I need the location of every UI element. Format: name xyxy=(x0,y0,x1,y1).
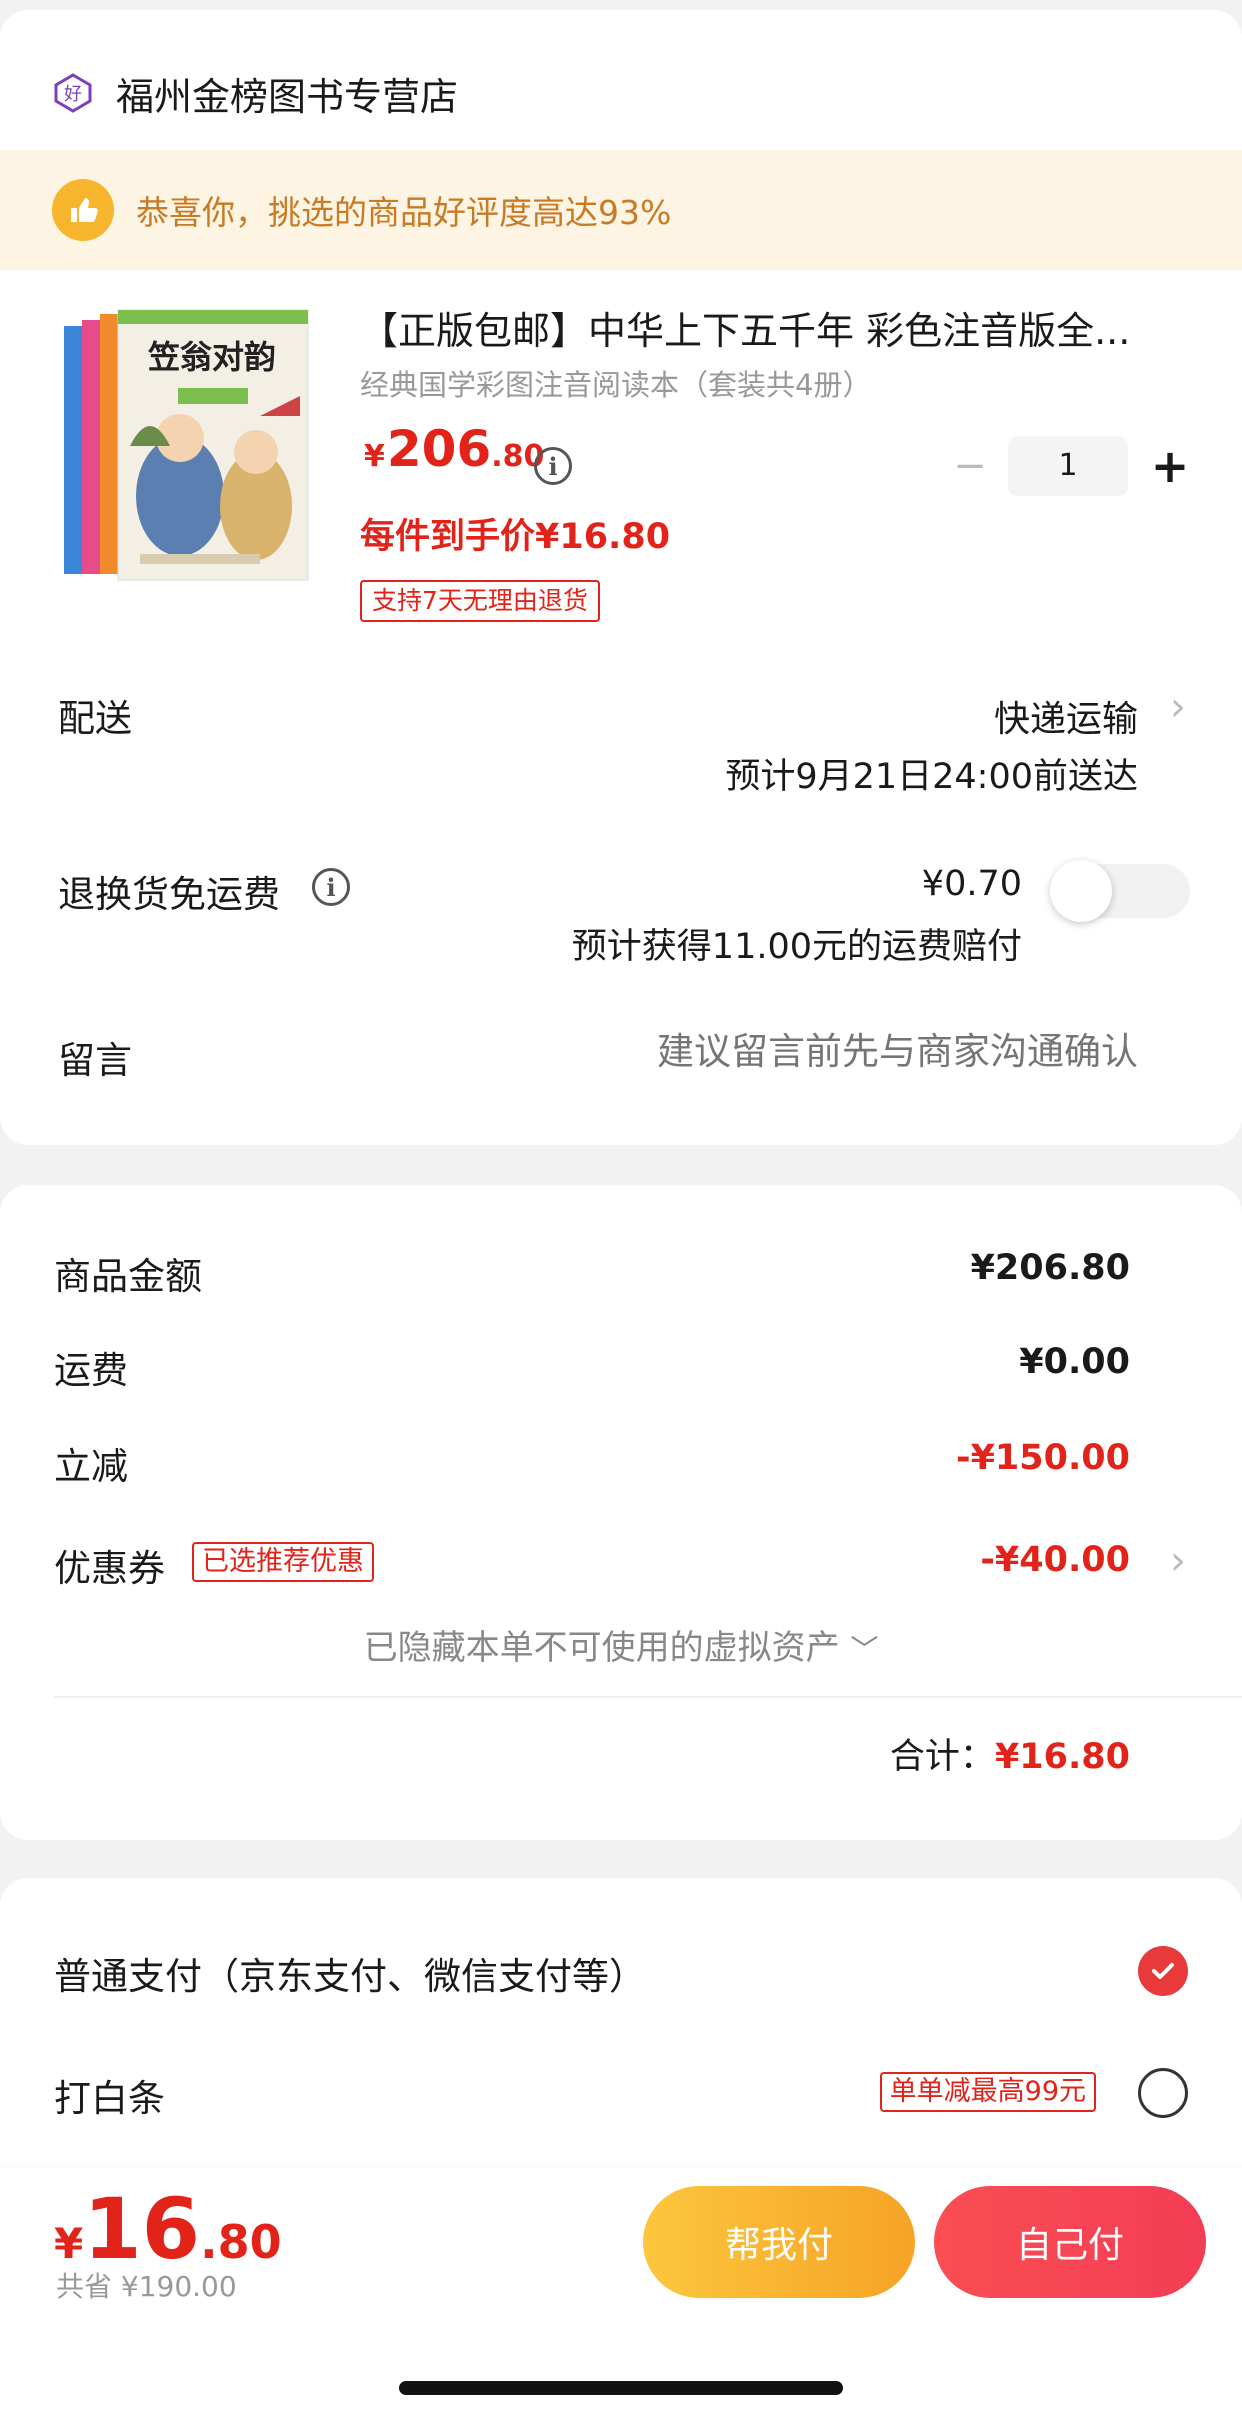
product-image[interactable]: 笠翁对韵 xyxy=(60,306,316,592)
product-subtitle: 经典国学彩图注音阅读本（套装共4册） xyxy=(360,368,872,402)
chevron-right-icon[interactable]: › xyxy=(1170,684,1186,730)
product-price: ¥ 206 .80 xyxy=(364,420,544,478)
normal-payment-label[interactable]: 普通支付（京东支付、微信支付等） xyxy=(54,1946,646,2000)
rating-banner: 恭喜你，挑选的商品好评度高达93% xyxy=(0,150,1242,270)
hidden-assets-toggle[interactable]: 已隐藏本单不可使用的虚拟资产 ﹀ xyxy=(0,1620,1242,1669)
radio-unselected-icon[interactable] xyxy=(1138,2068,1188,2118)
baitiao-promo-tag: 单单减最高99元 xyxy=(879,2072,1096,2112)
return-insurance-label: 退换货免运费 xyxy=(58,873,280,916)
hidden-assets-text: 已隐藏本单不可使用的虚拟资产 xyxy=(363,1628,840,1668)
delivery-method[interactable]: 快递运输 xyxy=(994,690,1138,742)
return-insurance-toggle[interactable] xyxy=(1050,860,1190,922)
total-label: 合计： xyxy=(889,1737,995,1777)
pay-myself-button[interactable]: 自己付 xyxy=(934,2186,1206,2298)
coupon-tag: 已选推荐优惠 xyxy=(192,1542,374,1582)
store-name: 福州金榜图书专营店 xyxy=(116,74,459,119)
help-me-pay-button[interactable]: 帮我付 xyxy=(643,2186,915,2298)
total-row: 合计： ¥16.80 xyxy=(890,1728,1130,1779)
shipping-fee-value: ¥0.00 xyxy=(1019,1342,1130,1382)
goods-amount-label: 商品金额 xyxy=(54,1255,202,1298)
pay-amount: ¥ 16 .80 xyxy=(54,2180,282,2278)
toggle-knob xyxy=(1050,860,1112,922)
total-value: ¥16.80 xyxy=(994,1737,1130,1777)
instant-discount-value: -¥150.00 xyxy=(956,1438,1130,1478)
svg-text:好: 好 xyxy=(64,84,82,105)
return-policy-tag: 支持7天无理由退货 xyxy=(360,580,600,622)
product-title[interactable]: 【正版包邮】中华上下五千年 彩色注音版全... xyxy=(360,300,1180,355)
message-input[interactable] xyxy=(578,1030,1138,1073)
thumbs-up-icon xyxy=(52,179,114,241)
return-insurance-note: 预计获得11.00元的运费赔付 xyxy=(571,927,1022,967)
delivery-eta: 预计9月21日24:00前送达 xyxy=(725,757,1138,797)
pay-decimal: .80 xyxy=(200,2215,282,2269)
pay-symbol: ¥ xyxy=(54,2219,84,2268)
price-info-icon[interactable]: i xyxy=(534,447,572,485)
message-label: 留言 xyxy=(58,1039,132,1082)
quantity-input[interactable]: 1 xyxy=(1008,436,1128,496)
divider xyxy=(54,1696,1242,1698)
return-insurance-price: ¥0.70 xyxy=(921,864,1022,904)
banner-text: 恭喜你，挑选的商品好评度高达93% xyxy=(136,193,672,232)
each-price: 每件到手价¥16.80 xyxy=(360,517,671,557)
total-saved: 共省 ¥190.00 xyxy=(56,2270,237,2303)
cover-title: 笠翁对韵 xyxy=(148,338,276,376)
check-selected-icon[interactable] xyxy=(1138,1946,1188,1996)
quantity-decrease-button[interactable]: − xyxy=(952,444,988,488)
chevron-right-icon[interactable]: › xyxy=(1170,1538,1186,1584)
quantity-increase-button[interactable]: + xyxy=(1148,438,1192,494)
chevron-down-icon: ﹀ xyxy=(850,1633,879,1666)
pay-integer: 16 xyxy=(83,2180,201,2278)
baitiao-label[interactable]: 打白条 xyxy=(54,2068,165,2122)
price-integer: 206 xyxy=(386,420,492,478)
info-icon[interactable]: i xyxy=(312,868,350,906)
goods-amount-value: ¥206.80 xyxy=(970,1248,1130,1288)
store-header[interactable]: 好 福州金榜图书专营店 xyxy=(52,58,458,128)
coupon-label: 优惠券 xyxy=(54,1547,165,1590)
hao-badge-icon: 好 xyxy=(54,73,92,113)
coupon-value[interactable]: -¥40.00 xyxy=(980,1540,1130,1580)
shipping-fee-label: 运费 xyxy=(54,1349,128,1392)
delivery-label: 配送 xyxy=(58,697,132,740)
price-symbol: ¥ xyxy=(364,439,385,474)
instant-discount-label: 立减 xyxy=(54,1445,128,1488)
home-indicator[interactable] xyxy=(399,2381,843,2395)
